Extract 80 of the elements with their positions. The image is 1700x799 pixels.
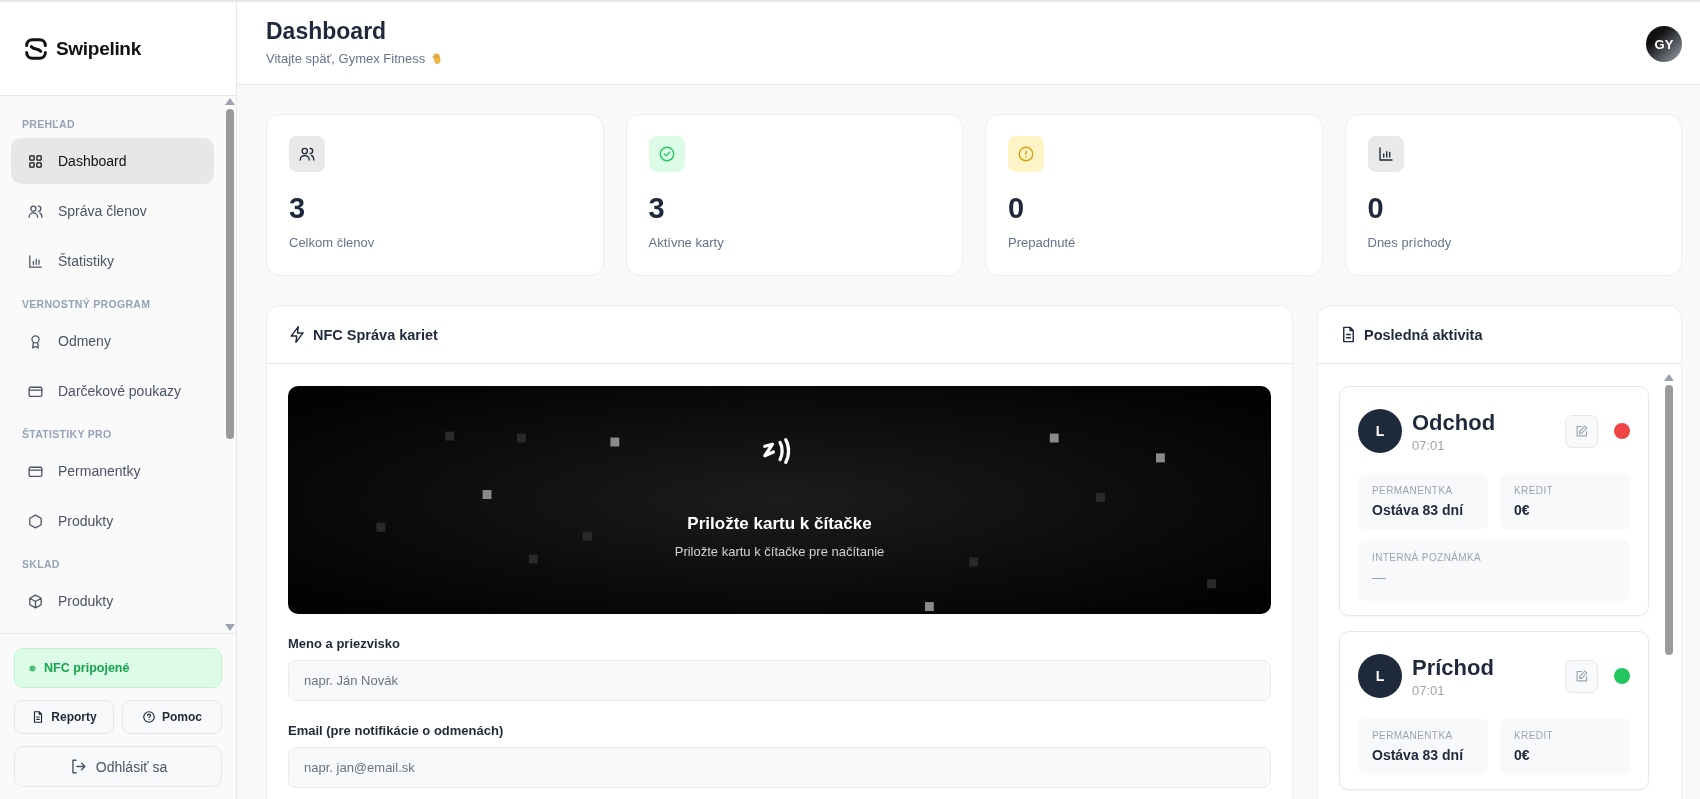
reader-title: Priložte kartu k čítačke: [687, 514, 872, 534]
nav-item[interactable]: Produkty: [11, 498, 214, 544]
stat-label: Celkom členov: [289, 235, 376, 250]
logo-text: Swipelink: [56, 37, 141, 60]
pixel-square: [925, 602, 934, 612]
stat-value: 0: [1367, 192, 1385, 225]
chart-icon: [27, 252, 44, 270]
tile-label: KREDIT: [1514, 730, 1555, 741]
pixel-square: [969, 557, 979, 567]
pixel-square: [1096, 493, 1105, 502]
pixel-square: [1049, 433, 1059, 443]
activity-type: Odchod: [1412, 409, 1497, 436]
panel-title: NFC Správa kariet: [313, 326, 438, 343]
edit-icon: [1574, 423, 1589, 439]
reader-subtitle: Priložte kartu k čítačke pre načítanie: [674, 544, 885, 559]
activity-type: Príchod: [1412, 654, 1495, 681]
tile-label: PERMANENTKA: [1372, 485, 1454, 496]
nav-section-heading: SKLAD: [21, 557, 61, 572]
edit-icon: [1574, 668, 1589, 684]
nav-section-heading: PREHĽAD: [21, 117, 76, 132]
pixel-square: [376, 522, 386, 532]
bar-chart-icon: [1376, 145, 1395, 163]
help-icon: [142, 710, 156, 724]
grid-icon: [27, 152, 44, 170]
hexagon-icon: [27, 512, 44, 530]
avatar: L: [1358, 409, 1402, 453]
pixel-square: [482, 490, 492, 499]
avatar[interactable]: GY: [1646, 26, 1682, 62]
edit-button[interactable]: [1565, 414, 1598, 448]
nav-item[interactable]: Správa členov: [11, 188, 214, 234]
lightning-icon: [288, 325, 307, 344]
field-label: Meno a priezvisko: [288, 636, 401, 651]
box-icon: [27, 592, 44, 610]
stat-value: 0: [1008, 192, 1026, 225]
reports-button[interactable]: Reporty: [14, 700, 114, 734]
pixel-square: [1156, 453, 1165, 463]
pixel-square: [528, 554, 538, 564]
users-icon: [298, 145, 316, 163]
pixel-square: [582, 531, 592, 541]
panel-title: Posledná aktivita: [1364, 326, 1483, 343]
nav-item[interactable]: Darčekové poukazy: [11, 368, 214, 414]
logout-button[interactable]: Odhlásiť sa: [14, 746, 222, 787]
edit-button[interactable]: [1565, 659, 1598, 693]
avatar: L: [1358, 654, 1402, 698]
nav-item[interactable]: Odmeny: [11, 318, 214, 364]
page-title: Dashboard: [266, 18, 388, 45]
stat-label: Prepadnuté: [1008, 235, 1077, 250]
input-field[interactable]: napr. Ján Novák: [288, 660, 1271, 701]
nav-item[interactable]: Štatistiky: [11, 238, 214, 284]
tile-label: PERMANENTKA: [1372, 730, 1454, 741]
nav-section-heading: ŠTATISTIKY PRO: [21, 427, 113, 442]
tile-value: 0€: [1514, 747, 1531, 763]
tile-label: INTERNÁ POZNÁMKA: [1372, 552, 1483, 563]
tile-value: Ostáva 83 dní: [1372, 747, 1465, 763]
tile-value: Ostáva 83 dní: [1372, 502, 1465, 518]
status-dot-icon: [29, 664, 36, 672]
pixel-square: [517, 433, 526, 443]
alert-circle-icon: [1017, 145, 1035, 163]
pixel-square: [445, 431, 455, 441]
nav-item[interactable]: Dashboard: [11, 138, 214, 184]
welcome-text: Vitajte späť, Gymex Fitness: [266, 51, 426, 66]
activity-time: 07:01: [1412, 437, 1446, 453]
tile-value: 0€: [1514, 502, 1531, 518]
nav-section-heading: VERNOSTNÝ PROGRAM: [21, 297, 152, 312]
input-field[interactable]: napr. jan@email.sk: [288, 747, 1271, 788]
activity-time: 07:01: [1412, 682, 1446, 698]
nav-item[interactable]: Produkty: [11, 578, 214, 624]
pixel-square: [1207, 579, 1216, 589]
stat-label: Dnes príchody: [1367, 235, 1453, 250]
field-label: Email (pre notifikácie o odmenách): [288, 723, 505, 738]
help-button[interactable]: Pomoc: [122, 700, 222, 734]
stat-value: 3: [648, 192, 666, 225]
stat-value: 3: [289, 192, 307, 225]
check-circle-icon: [657, 145, 676, 163]
pixel-square: [610, 437, 620, 447]
nfc-status-badge: NFC pripojené: [14, 648, 222, 688]
nav-item[interactable]: Permanentky: [11, 448, 214, 494]
stat-label: Aktívne karty: [648, 235, 725, 250]
tile-label: KREDIT: [1514, 485, 1555, 496]
tile-value: —: [1372, 569, 1387, 585]
